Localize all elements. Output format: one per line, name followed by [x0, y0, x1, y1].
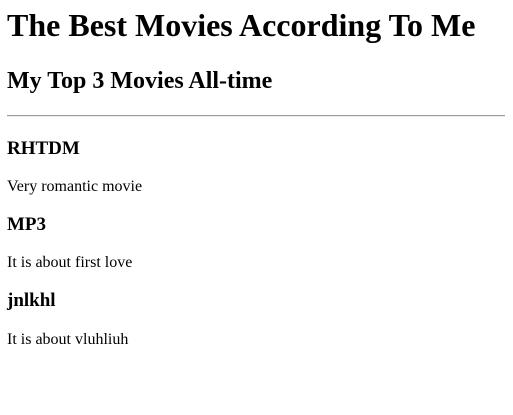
- movie-title: RHTDM: [7, 138, 80, 159]
- movie-title: MP3: [7, 214, 47, 235]
- movie-item-2: MP3 It is about first love: [7, 214, 505, 272]
- page-content: The Best Movies According To Me My Top 3…: [0, 6, 513, 349]
- page-title: The Best Movies According To Me: [7, 7, 476, 43]
- movie-item-3: jnlkhl It is about vluhliuh: [7, 290, 505, 349]
- movie-item-1: RHTDM Very romantic movie: [7, 138, 505, 196]
- movie-description: It is about first love: [7, 254, 133, 271]
- movie-title: jnlkhl: [7, 290, 56, 311]
- movie-description: It is about vluhliuh: [7, 331, 129, 348]
- movie-description: Very romantic movie: [7, 178, 143, 195]
- page-subtitle: My Top 3 Movies All-time: [7, 68, 273, 94]
- divider: [7, 115, 505, 117]
